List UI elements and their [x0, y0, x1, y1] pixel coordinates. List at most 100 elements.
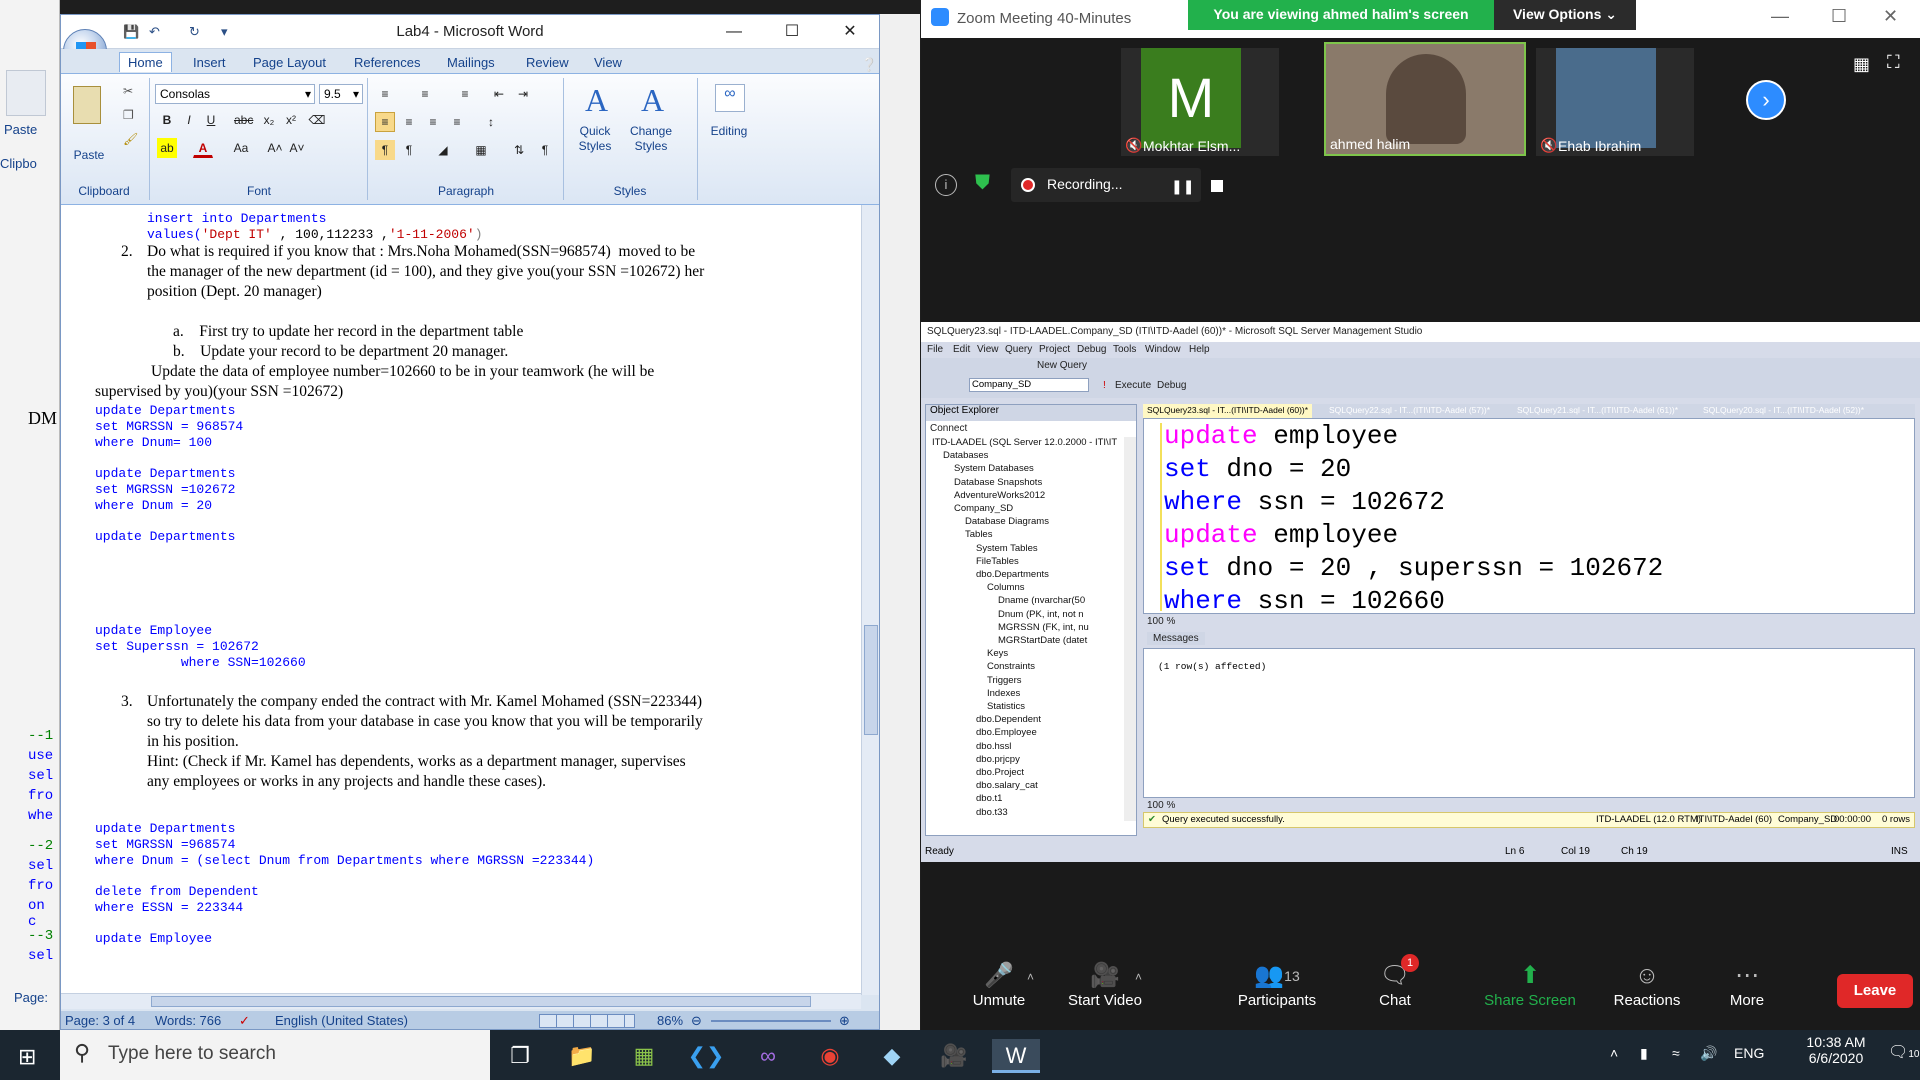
tree-item[interactable]: MGRSSN (FK, int, nu [998, 622, 1089, 633]
document-page[interactable]: insert into Departments values('Dept IT'… [61, 205, 861, 995]
gallery-view-icon[interactable]: ▦ [1853, 54, 1870, 75]
visual-studio-icon[interactable]: ∞ [744, 1039, 792, 1073]
participants-button[interactable]: 👥13 Participants [1217, 960, 1337, 1009]
tab-insert[interactable]: Insert [193, 55, 226, 70]
highlight-button[interactable]: ab [157, 138, 177, 158]
reactions-button[interactable]: ☺ Reactions [1597, 960, 1697, 1009]
tree-item[interactable]: Tables [965, 529, 992, 540]
show-marks-icon[interactable]: ¶ [535, 140, 555, 160]
proofing-icon[interactable]: ✓ [239, 1013, 250, 1029]
tree-item[interactable]: dbo.t1 [976, 793, 1002, 804]
cut-icon[interactable]: ✂ [123, 84, 133, 98]
tree-item[interactable]: dbo.t33 [976, 807, 1008, 818]
debug-button[interactable]: Debug [1157, 380, 1186, 391]
tab-review[interactable]: Review [526, 55, 569, 70]
tree-item[interactable]: Database Diagrams [965, 516, 1049, 527]
page-count[interactable]: Page: 3 of 4 [65, 1013, 135, 1028]
tree-item[interactable]: MGRStartDate (datet [998, 635, 1087, 646]
clock[interactable]: 10:38 AM 6/6/2020 [1794, 1034, 1878, 1066]
tree-item[interactable]: AdventureWorks2012 [954, 490, 1045, 501]
paste-icon[interactable] [73, 86, 101, 124]
task-view-icon[interactable]: ❐ [496, 1039, 544, 1073]
italic-button[interactable]: I [179, 110, 199, 130]
format-painter-icon[interactable]: 🖌 [123, 132, 138, 146]
tree-item[interactable]: System Tables [976, 543, 1038, 554]
decrease-indent-icon[interactable]: ⇤ [489, 84, 509, 104]
menu-item[interactable]: Query [1005, 344, 1032, 355]
customize-qat-icon[interactable]: ▾ [221, 24, 228, 40]
shading-icon[interactable]: ◢ [433, 140, 453, 160]
shrink-font-button[interactable]: A˅ [287, 138, 307, 158]
align-right-icon[interactable]: ≡ [423, 112, 443, 132]
tree-item[interactable]: FileTables [976, 556, 1019, 567]
vertical-scrollbar[interactable] [861, 205, 879, 995]
tab-home[interactable]: Home [119, 52, 172, 72]
unmute-button[interactable]: 🎤 Unmute [949, 960, 1049, 1009]
info-icon[interactable]: i [935, 174, 957, 196]
change-case-button[interactable]: Aa [231, 138, 251, 158]
database-selector[interactable]: Company_SD [969, 378, 1089, 392]
clear-format-icon[interactable]: ⌫ [307, 110, 327, 130]
tree-item[interactable]: Databases [943, 450, 988, 461]
font-size-combo[interactable]: 9.5 ▾ [319, 84, 363, 104]
stop-recording-icon[interactable] [1211, 180, 1223, 192]
sort-icon[interactable]: ⇅ [509, 140, 529, 160]
tree-item[interactable]: dbo.salary_cat [976, 780, 1038, 791]
rtl-icon[interactable]: ¶ [399, 140, 419, 160]
align-left-icon[interactable]: ≡ [375, 112, 395, 132]
tree-item[interactable]: Constraints [987, 661, 1035, 672]
font-name-combo[interactable]: Consolas ▾ [155, 84, 315, 104]
close-button[interactable]: ✕ [1883, 6, 1898, 27]
ltr-icon[interactable]: ¶ [375, 140, 395, 160]
execute-icon[interactable]: ! [1103, 380, 1106, 391]
line-spacing-icon[interactable]: ↕ [481, 112, 501, 132]
connect-button[interactable]: Connect [930, 423, 967, 434]
query-tab[interactable]: SQLQuery21.sql - IT...(ITI\ITD-Aadel (61… [1517, 405, 1678, 415]
close-button[interactable]: ✕ [827, 19, 873, 45]
tree-item[interactable]: Triggers [987, 675, 1022, 686]
file-explorer-icon[interactable]: 📁 [558, 1039, 606, 1073]
leave-button[interactable]: Leave [1837, 974, 1913, 1008]
binoculars-icon[interactable]: ∞ [715, 84, 745, 112]
chrome-icon[interactable]: ◉ [806, 1039, 854, 1073]
tab-view[interactable]: View [594, 55, 622, 70]
minimize-button[interactable]: — [711, 19, 757, 45]
tree-item[interactable]: dbo.prjcpy [976, 754, 1020, 765]
results-zoom[interactable]: 100 % [1147, 800, 1175, 811]
redo-icon[interactable]: ↻ [189, 24, 200, 40]
editing-button[interactable]: Editing [701, 124, 757, 138]
tree-item[interactable]: Company_SD [954, 503, 1013, 514]
menu-item[interactable]: Help [1189, 344, 1210, 355]
chevron-up-icon[interactable]: ˄ [1135, 970, 1142, 984]
menu-item[interactable]: Debug [1077, 344, 1106, 355]
editor-zoom[interactable]: 100 % [1147, 616, 1175, 627]
query-tab-active[interactable]: SQLQuery23.sql - IT...(ITI\ITD-Aadel (60… [1143, 404, 1313, 418]
zoom-icon[interactable]: 🎥 [930, 1039, 978, 1073]
view-buttons[interactable] [539, 1014, 635, 1028]
menu-item[interactable]: View [977, 344, 999, 355]
notification-icon[interactable]: 🗨10 [1888, 1042, 1919, 1062]
quick-styles-icon[interactable]: A [585, 82, 608, 119]
grow-font-button[interactable]: A˄ [265, 138, 285, 158]
strikethrough-button[interactable]: abc [233, 110, 253, 130]
tree-item[interactable]: dbo.Project [976, 767, 1024, 778]
word-icon[interactable]: W [992, 1039, 1040, 1073]
tab-page-layout[interactable]: Page Layout [253, 55, 326, 70]
tree-item[interactable]: Database Snapshots [954, 477, 1042, 488]
increase-indent-icon[interactable]: ⇥ [513, 84, 533, 104]
borders-icon[interactable]: ▦ [471, 140, 491, 160]
query-tab[interactable]: SQLQuery22.sql - IT...(ITI\ITD-Aadel (57… [1329, 405, 1490, 415]
tab-references[interactable]: References [354, 55, 420, 70]
new-query-button[interactable]: New Query [1037, 360, 1087, 371]
superscript-button[interactable]: x² [281, 110, 301, 130]
chat-button[interactable]: 🗨 1 Chat [1345, 954, 1445, 1009]
ssms-icon[interactable]: ◆ [868, 1039, 916, 1073]
justify-icon[interactable]: ≡ [447, 112, 467, 132]
battery-icon[interactable]: ▮ [1640, 1045, 1648, 1062]
tree-scrollbar[interactable] [1124, 437, 1136, 821]
maximize-button[interactable]: ☐ [769, 19, 815, 45]
app-icon[interactable]: ▦ [620, 1039, 668, 1073]
tree-item[interactable]: Dnum (PK, int, not n [998, 609, 1084, 620]
tree-item[interactable]: Indexes [987, 688, 1020, 699]
shield-icon[interactable]: ⛊ [975, 172, 990, 195]
